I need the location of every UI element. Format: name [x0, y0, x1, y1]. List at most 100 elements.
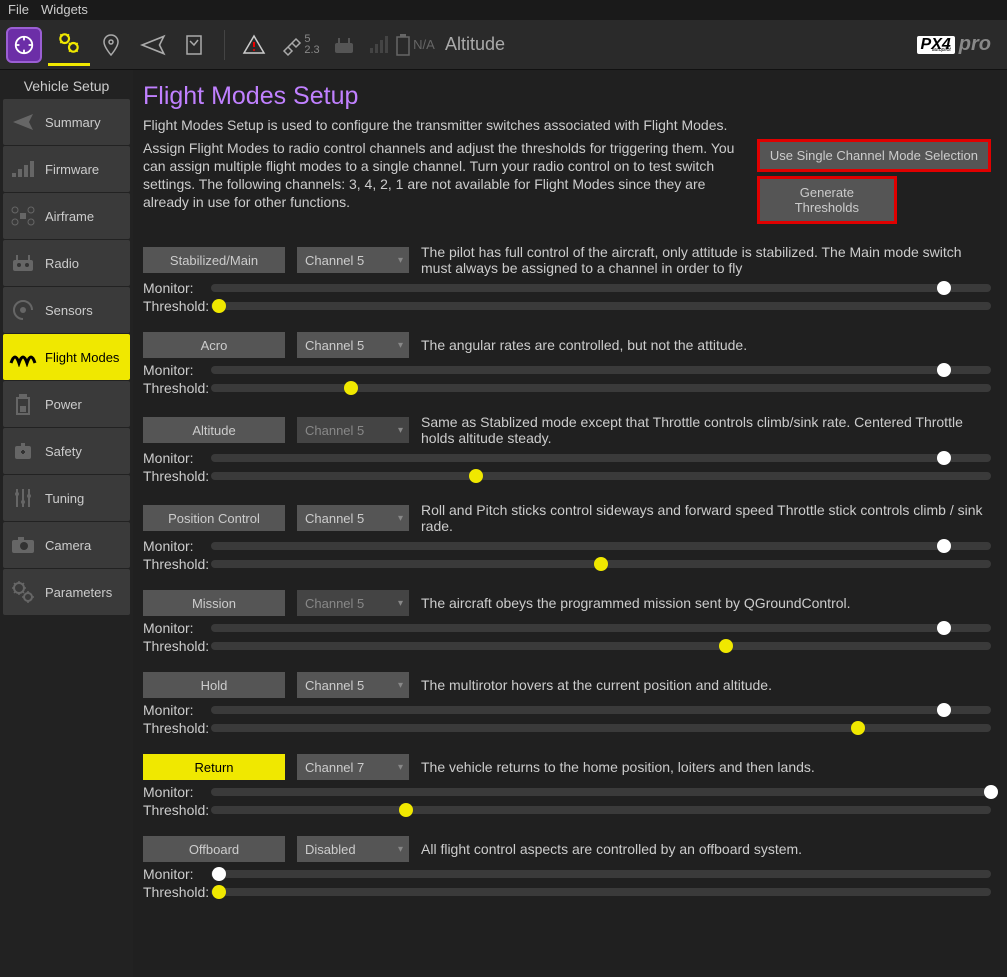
- analyze-icon[interactable]: [174, 24, 216, 66]
- mode-name-label: Offboard: [143, 836, 285, 862]
- sidebar-item-label: Power: [45, 397, 82, 412]
- mode-description: The multirotor hovers at the current pos…: [421, 677, 991, 693]
- sidebar-item-sensors[interactable]: Sensors: [3, 287, 130, 333]
- mode-description: Roll and Pitch sticks control sideways a…: [421, 502, 991, 534]
- battery-icon: N/A: [393, 24, 437, 66]
- page-title: Flight Modes Setup: [143, 82, 991, 111]
- sidebar-item-camera[interactable]: Camera: [3, 522, 130, 568]
- sidebar-icon: [9, 390, 37, 418]
- threshold-label: Threshold:: [143, 380, 207, 396]
- channel-select[interactable]: Channel 5: [297, 505, 409, 531]
- mode-block-hold: HoldChannel 5The multirotor hovers at th…: [143, 672, 991, 736]
- channel-select[interactable]: Channel 5: [297, 247, 409, 273]
- sidebar-item-flight-modes[interactable]: Flight Modes: [3, 334, 130, 380]
- threshold-slider[interactable]: [211, 472, 991, 480]
- threshold-slider[interactable]: [211, 384, 991, 392]
- monitor-label: Monitor:: [143, 620, 207, 636]
- threshold-slider[interactable]: [211, 806, 991, 814]
- sidebar-icon: [9, 202, 37, 230]
- threshold-slider[interactable]: [211, 724, 991, 732]
- monitor-label: Monitor:: [143, 538, 207, 554]
- channel-select[interactable]: Channel 5: [297, 672, 409, 698]
- mode-name-label: Stabilized/Main: [143, 247, 285, 273]
- toolbar: 5 2.3 N/A Altitude PX4 pro: [0, 20, 1007, 70]
- channel-select[interactable]: Channel 5: [297, 590, 409, 616]
- monitor-slider[interactable]: [211, 284, 991, 292]
- single-channel-button[interactable]: Use Single Channel Mode Selection: [757, 139, 991, 172]
- sidebar-item-label: Radio: [45, 256, 79, 271]
- monitor-slider[interactable]: [211, 788, 991, 796]
- threshold-slider[interactable]: [211, 302, 991, 310]
- sidebar-item-parameters[interactable]: Parameters: [3, 569, 130, 615]
- mode-name-label: Return: [143, 754, 285, 780]
- threshold-slider[interactable]: [211, 888, 991, 896]
- channel-select[interactable]: Channel 5: [297, 417, 409, 443]
- mode-description: The angular rates are controlled, but no…: [421, 337, 991, 353]
- intro-text: Assign Flight Modes to radio control cha…: [143, 139, 747, 224]
- sidebar-item-radio[interactable]: Radio: [3, 240, 130, 286]
- content-area: Flight Modes Setup Flight Modes Setup is…: [133, 70, 1007, 977]
- sidebar-item-safety[interactable]: Safety: [3, 428, 130, 474]
- threshold-label: Threshold:: [143, 468, 207, 484]
- mode-description: All flight control aspects are controlle…: [421, 841, 991, 857]
- mode-name-label: Position Control: [143, 505, 285, 531]
- sidebar-icon: [9, 108, 37, 136]
- threshold-label: Threshold:: [143, 556, 207, 572]
- sidebar-item-label: Sensors: [45, 303, 93, 318]
- menu-file[interactable]: File: [8, 0, 29, 17]
- sidebar-item-firmware[interactable]: Firmware: [3, 146, 130, 192]
- sat-numbers: 5 2.3: [304, 34, 319, 56]
- mode-block-position-control: Position Control Channel 5 Roll and Pitch …: [143, 502, 991, 572]
- sidebar-item-tuning[interactable]: Tuning: [3, 475, 130, 521]
- monitor-slider[interactable]: [211, 542, 991, 550]
- warning-icon[interactable]: [233, 24, 275, 66]
- mode-block-acro: Acro Channel 5 The angular rates are contr…: [143, 332, 991, 396]
- sidebar-item-label: Camera: [45, 538, 91, 553]
- threshold-slider[interactable]: [211, 560, 991, 568]
- mode-block-mission: MissionChannel 5The aircraft obeys the p…: [143, 590, 991, 654]
- monitor-label: Monitor:: [143, 280, 207, 296]
- mode-block-offboard: Offboard Disabled All flight control aspec…: [143, 836, 991, 900]
- monitor-label: Monitor:: [143, 702, 207, 718]
- sidebar-item-airframe[interactable]: Airframe: [3, 193, 130, 239]
- page-subtitle: Flight Modes Setup is used to configure …: [143, 117, 991, 133]
- satellite-icon[interactable]: 5 2.3: [275, 24, 323, 66]
- setup-icon[interactable]: [48, 24, 90, 66]
- mode-description: The pilot has full control of the aircra…: [421, 244, 991, 276]
- fly-icon[interactable]: [132, 24, 174, 66]
- channel-select[interactable]: Channel 7: [297, 754, 409, 780]
- threshold-slider[interactable]: [211, 642, 991, 650]
- monitor-slider[interactable]: [211, 624, 991, 632]
- sidebar-item-label: Parameters: [45, 585, 112, 600]
- channel-select[interactable]: Channel 5: [297, 332, 409, 358]
- monitor-slider[interactable]: [211, 366, 991, 374]
- threshold-label: Threshold:: [143, 638, 207, 654]
- threshold-label: Threshold:: [143, 884, 207, 900]
- sidebar: Vehicle Setup SummaryFirmwareAirframeRad…: [0, 70, 133, 977]
- toolbar-mode-label: Altitude: [445, 34, 505, 55]
- mode-block-stabilized-main: Stabilized/Main Channel 5 The pilot has fu…: [143, 244, 991, 314]
- px4-logo: PX4 pro: [917, 33, 991, 56]
- generate-thresholds-button[interactable]: Generate Thresholds: [757, 176, 897, 224]
- monitor-slider[interactable]: [211, 706, 991, 714]
- plan-icon[interactable]: [90, 24, 132, 66]
- channel-select[interactable]: Disabled: [297, 836, 409, 862]
- mode-description: Same as Stablized mode except that Throt…: [421, 414, 991, 446]
- menu-widgets[interactable]: Widgets: [41, 0, 88, 17]
- sidebar-item-label: Safety: [45, 444, 82, 459]
- sidebar-item-power[interactable]: Power: [3, 381, 130, 427]
- sidebar-icon: [9, 437, 37, 465]
- sidebar-item-summary[interactable]: Summary: [3, 99, 130, 145]
- mode-name-label: Mission: [143, 590, 285, 616]
- monitor-label: Monitor:: [143, 450, 207, 466]
- mode-block-return: ReturnChannel 7The vehicle returns to th…: [143, 754, 991, 818]
- sidebar-icon: [9, 484, 37, 512]
- rc-icon[interactable]: [323, 24, 365, 66]
- mode-name-label: Altitude: [143, 417, 285, 443]
- monitor-slider[interactable]: [211, 454, 991, 462]
- mode-name-label: Acro: [143, 332, 285, 358]
- monitor-slider[interactable]: [211, 870, 991, 878]
- qgc-logo-icon[interactable]: [6, 27, 42, 63]
- monitor-label: Monitor:: [143, 784, 207, 800]
- sidebar-icon: [9, 343, 37, 371]
